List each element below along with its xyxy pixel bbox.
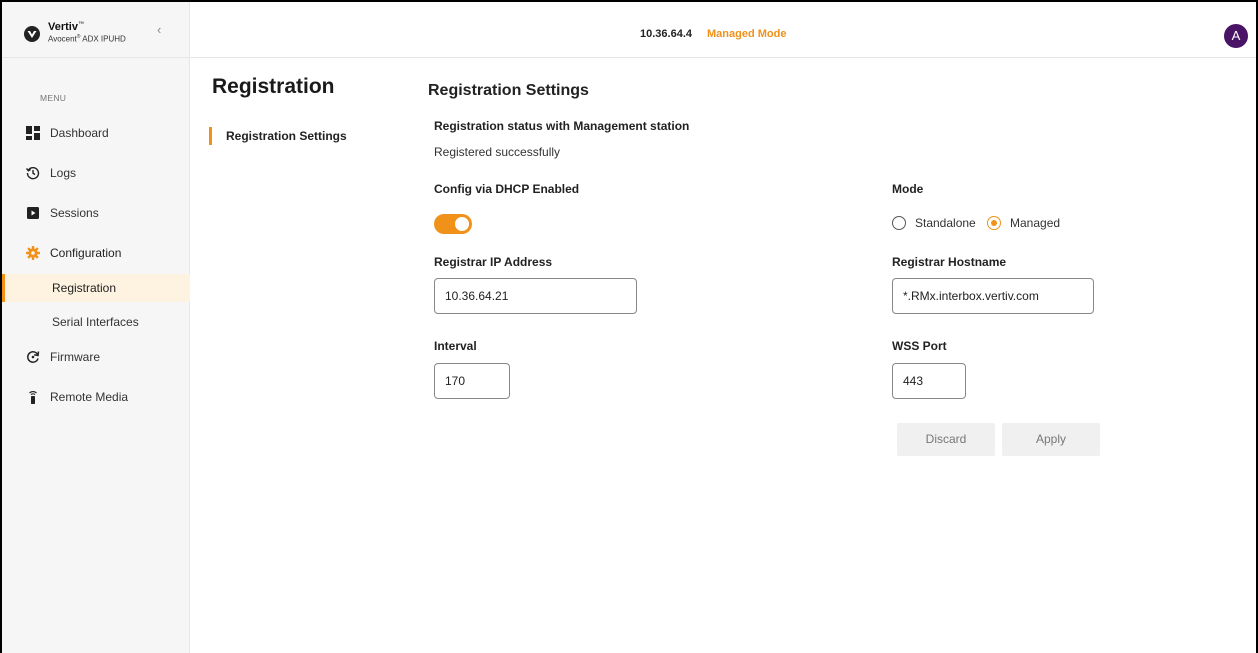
sidebar-item-sessions[interactable]: Sessions xyxy=(2,199,190,227)
mode-label: Mode xyxy=(892,182,924,196)
dhcp-toggle[interactable] xyxy=(434,214,472,234)
registration-status-label: Registration status with Management stat… xyxy=(434,119,690,133)
refresh-icon xyxy=(27,351,40,363)
sidebar-item-label: Remote Media xyxy=(50,390,129,404)
sidebar-item-label: Configuration xyxy=(50,246,122,260)
sidebar: Vertiv™ Avocent® ADX IPUHD ‹ MENU Dashbo… xyxy=(2,2,190,653)
radio-label: Standalone xyxy=(915,216,976,230)
wss-port-label: WSS Port xyxy=(892,339,947,353)
sidebar-item-label: Firmware xyxy=(50,350,100,364)
radio-circle-checked xyxy=(987,216,1001,230)
sidebar-item-configuration[interactable]: Configuration xyxy=(2,239,190,267)
radio-circle xyxy=(892,216,906,230)
dhcp-label: Config via DHCP Enabled xyxy=(434,182,580,196)
apply-button[interactable]: Apply xyxy=(1002,423,1100,456)
history-icon xyxy=(26,167,40,180)
subnav-registration-settings[interactable]: Registration Settings xyxy=(209,126,347,146)
sidebar-item-label: Sessions xyxy=(50,206,99,220)
managed-mode-indicator: Managed Mode xyxy=(707,28,787,40)
brand-header: Vertiv™ Avocent® ADX IPUHD ‹ xyxy=(2,2,190,58)
app-window: Vertiv™ Avocent® ADX IPUHD ‹ MENU Dashbo… xyxy=(0,0,1258,653)
user-avatar[interactable]: A xyxy=(1224,24,1248,48)
menu-label: MENU xyxy=(40,93,67,103)
registrar-hostname-input[interactable]: *.RMx.interbox.vertiv.com xyxy=(892,278,1094,314)
sidebar-item-label: Serial Interfaces xyxy=(52,315,139,329)
toggle-knob xyxy=(455,217,469,231)
sidebar-item-serial-interfaces[interactable]: Serial Interfaces xyxy=(2,308,190,336)
sidebar-item-logs[interactable]: Logs xyxy=(2,159,190,187)
section-title: Registration Settings xyxy=(428,82,589,99)
brand-name: Vertiv™ xyxy=(48,21,84,33)
wss-port-input[interactable]: 443 xyxy=(892,363,966,399)
top-bar: 10.36.64.4 Managed Mode A xyxy=(190,2,1256,58)
sidebar-item-label: Logs xyxy=(50,166,77,180)
sidebar-item-label: Registration xyxy=(52,281,117,295)
interval-input[interactable]: 170 xyxy=(434,363,510,399)
sidebar-item-firmware[interactable]: Firmware xyxy=(2,343,190,371)
sessions-icon xyxy=(27,207,39,219)
discard-button[interactable]: Discard xyxy=(897,423,995,456)
sidebar-item-remote-media[interactable]: Remote Media xyxy=(2,383,190,411)
page-title: Registration xyxy=(212,75,335,98)
registrar-ip-label: Registrar IP Address xyxy=(434,255,553,269)
interval-label: Interval xyxy=(434,339,477,353)
registration-status-value: Registered successfully xyxy=(434,145,561,159)
sidebar-item-registration[interactable]: Registration xyxy=(2,274,190,302)
brand-product: Avocent® ADX IPUHD xyxy=(48,34,126,44)
dashboard-icon xyxy=(26,126,40,140)
vertiv-logo-icon xyxy=(24,26,40,42)
radio-label: Managed xyxy=(1010,216,1061,230)
registrar-hostname-label: Registrar Hostname xyxy=(892,255,1007,269)
gear-icon xyxy=(26,246,40,260)
device-ip: 10.36.64.4 xyxy=(640,28,692,40)
registrar-ip-input[interactable]: 10.36.64.21 xyxy=(434,278,637,314)
usb-icon xyxy=(29,391,37,404)
collapse-sidebar-icon[interactable]: ‹ xyxy=(157,22,161,37)
sidebar-item-label: Dashboard xyxy=(50,126,109,140)
sidebar-item-dashboard[interactable]: Dashboard xyxy=(2,119,190,147)
